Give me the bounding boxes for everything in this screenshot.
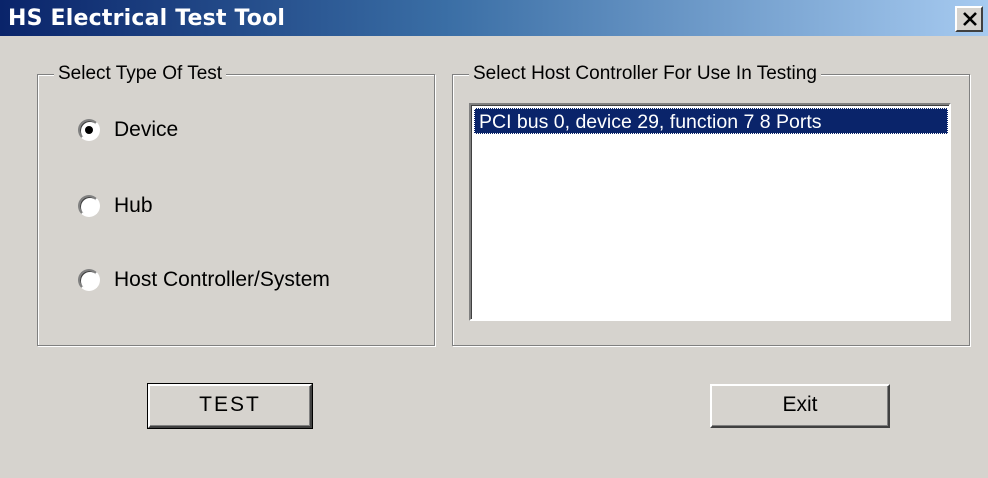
radio-device[interactable]: Device <box>78 115 178 145</box>
test-button[interactable]: TEST <box>147 383 313 429</box>
host-controller-list-item[interactable]: PCI bus 0, device 29, function 7 8 Ports <box>474 108 948 134</box>
radio-label-host-controller-system: Host Controller/System <box>114 268 330 291</box>
radio-button-device[interactable] <box>78 119 100 141</box>
radio-label-device: Device <box>114 118 179 141</box>
radio-button-hub[interactable] <box>78 195 100 217</box>
dialog-window: HS Electrical Test Tool Select Type Of T… <box>0 0 988 478</box>
window-title: HS Electrical Test Tool <box>8 6 286 31</box>
radio-host-controller-system[interactable]: Host Controller/System <box>78 265 330 295</box>
close-icon <box>963 12 977 26</box>
radio-button-host-controller-system[interactable] <box>78 269 100 291</box>
host-controller-listbox[interactable]: PCI bus 0, device 29, function 7 8 Ports <box>469 103 951 321</box>
title-bar[interactable]: HS Electrical Test Tool <box>0 0 988 36</box>
test-type-group-title: Select Type Of Test <box>54 63 227 85</box>
close-button[interactable] <box>955 6 983 32</box>
test-type-group: Select Type Of Test Device Hub Host Cont… <box>37 63 435 346</box>
exit-button[interactable]: Exit <box>710 384 890 428</box>
radio-label-hub: Hub <box>114 194 153 217</box>
host-controller-group-title: Select Host Controller For Use In Testin… <box>469 63 821 85</box>
radio-dot <box>85 126 93 134</box>
radio-hub[interactable]: Hub <box>78 191 153 221</box>
host-controller-group: Select Host Controller For Use In Testin… <box>452 63 970 346</box>
